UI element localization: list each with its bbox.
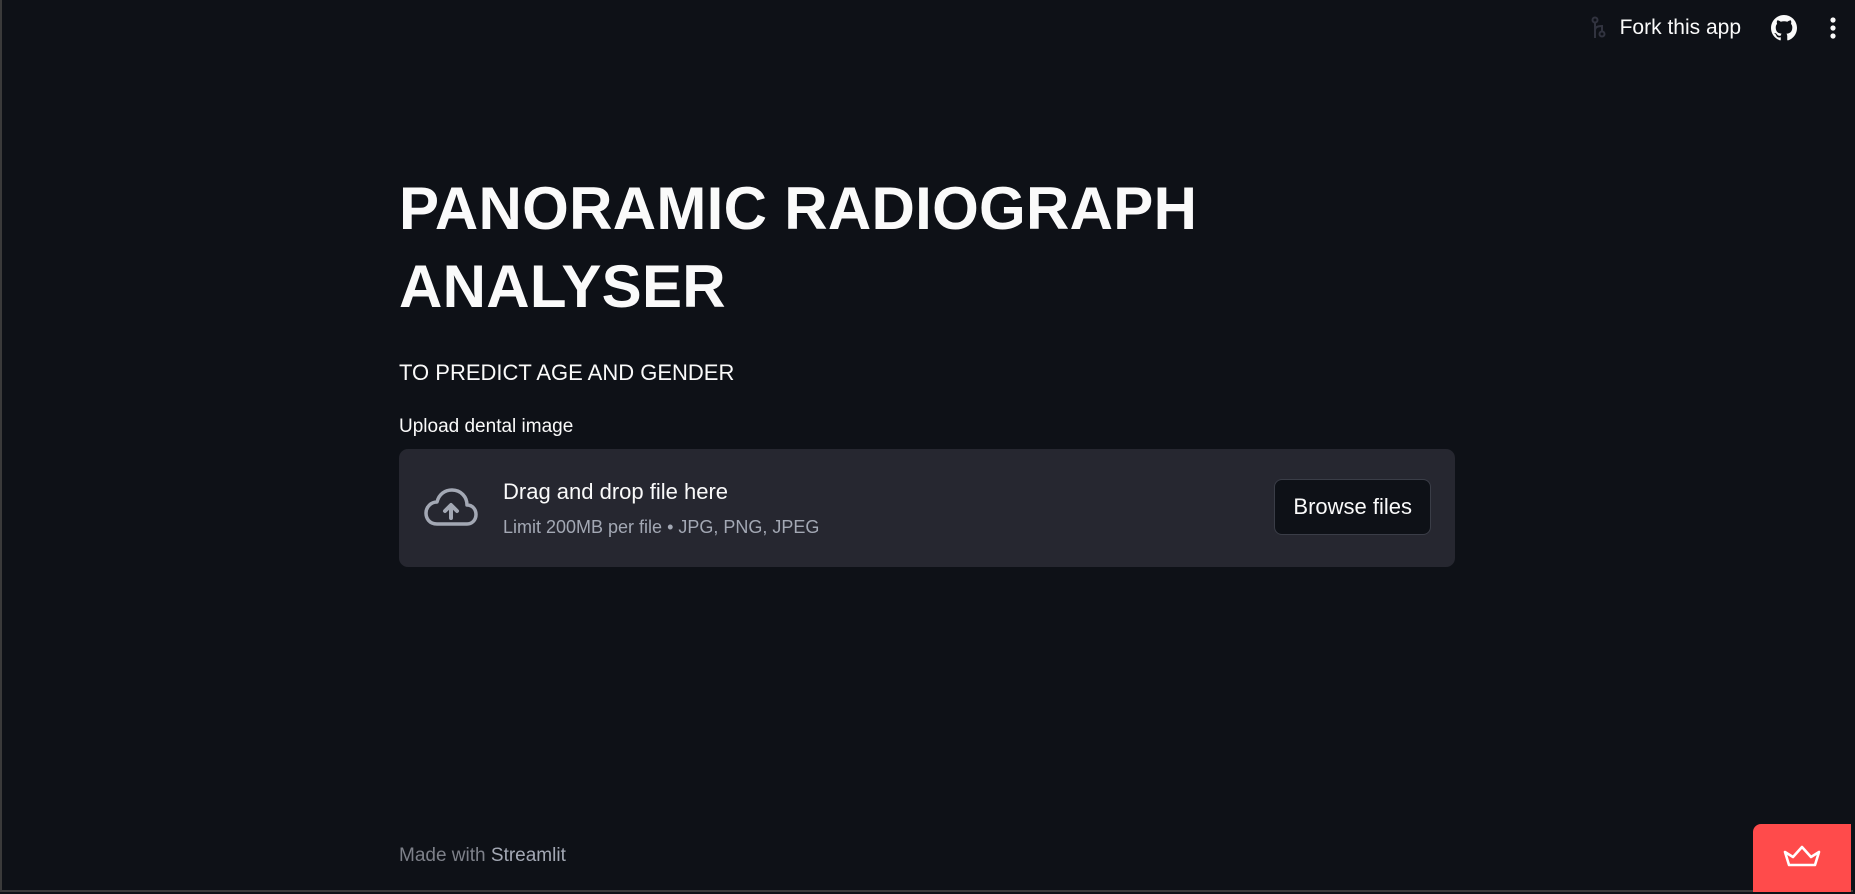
more-vertical-icon[interactable] (1829, 16, 1837, 40)
crown-icon (1782, 844, 1822, 873)
dropzone-limit: Limit 200MB per file • JPG, PNG, JPEG (503, 516, 820, 537)
dropzone-text: Drag and drop file here Limit 200MB per … (503, 479, 819, 538)
file-dropzone[interactable]: Drag and drop file here Limit 200MB per … (399, 449, 1455, 567)
page-subtitle: TO PREDICT AGE AND GENDER (399, 360, 735, 385)
page-title-line-1: PANORAMIC RADIOGRAPH (399, 175, 1198, 242)
fork-icon (1590, 16, 1610, 40)
dropzone-title: Drag and drop file here (503, 478, 729, 504)
fork-app-button[interactable]: Fork this app (1590, 16, 1741, 40)
uploader-label: Upload dental image (399, 416, 574, 437)
toolbar: Fork this app (1590, 0, 1855, 56)
main-content: PANORAMIC RADIOGRAPH ANALYSER TO PREDICT… (399, 170, 1455, 567)
footer-prefix: Made with (399, 845, 486, 866)
page-title: PANORAMIC RADIOGRAPH ANALYSER (399, 170, 1199, 326)
fork-label: Fork this app (1619, 16, 1741, 39)
github-icon[interactable] (1771, 15, 1797, 41)
browse-files-button[interactable]: Browse files (1274, 479, 1431, 535)
footer-streamlit-link[interactable]: Streamlit (491, 845, 566, 866)
cloud-upload-icon (423, 486, 479, 530)
footer: Made with Streamlit (399, 845, 566, 867)
page-title-line-2: ANALYSER (399, 253, 726, 320)
streamlit-badge[interactable] (1753, 824, 1851, 892)
